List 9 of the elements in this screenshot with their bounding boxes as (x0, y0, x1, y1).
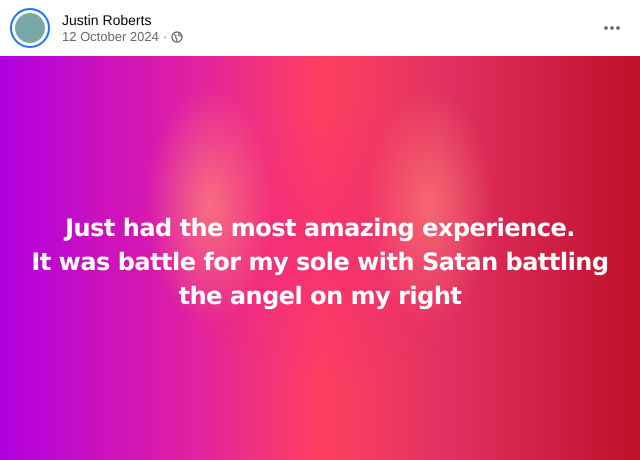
post-text-line: It was battle for my sole with Satan battling (31, 247, 609, 278)
post-text-line: the angel on my right (178, 281, 462, 312)
more-options-icon[interactable] (604, 26, 620, 30)
avatar[interactable] (10, 8, 50, 48)
separator: · (162, 29, 168, 44)
post-date[interactable]: 12 October 2024 (62, 29, 159, 44)
globe-icon (171, 30, 184, 42)
post-text-line: Just had the most amazing experience. (65, 213, 575, 244)
author-name[interactable]: Justin Roberts (62, 12, 604, 28)
